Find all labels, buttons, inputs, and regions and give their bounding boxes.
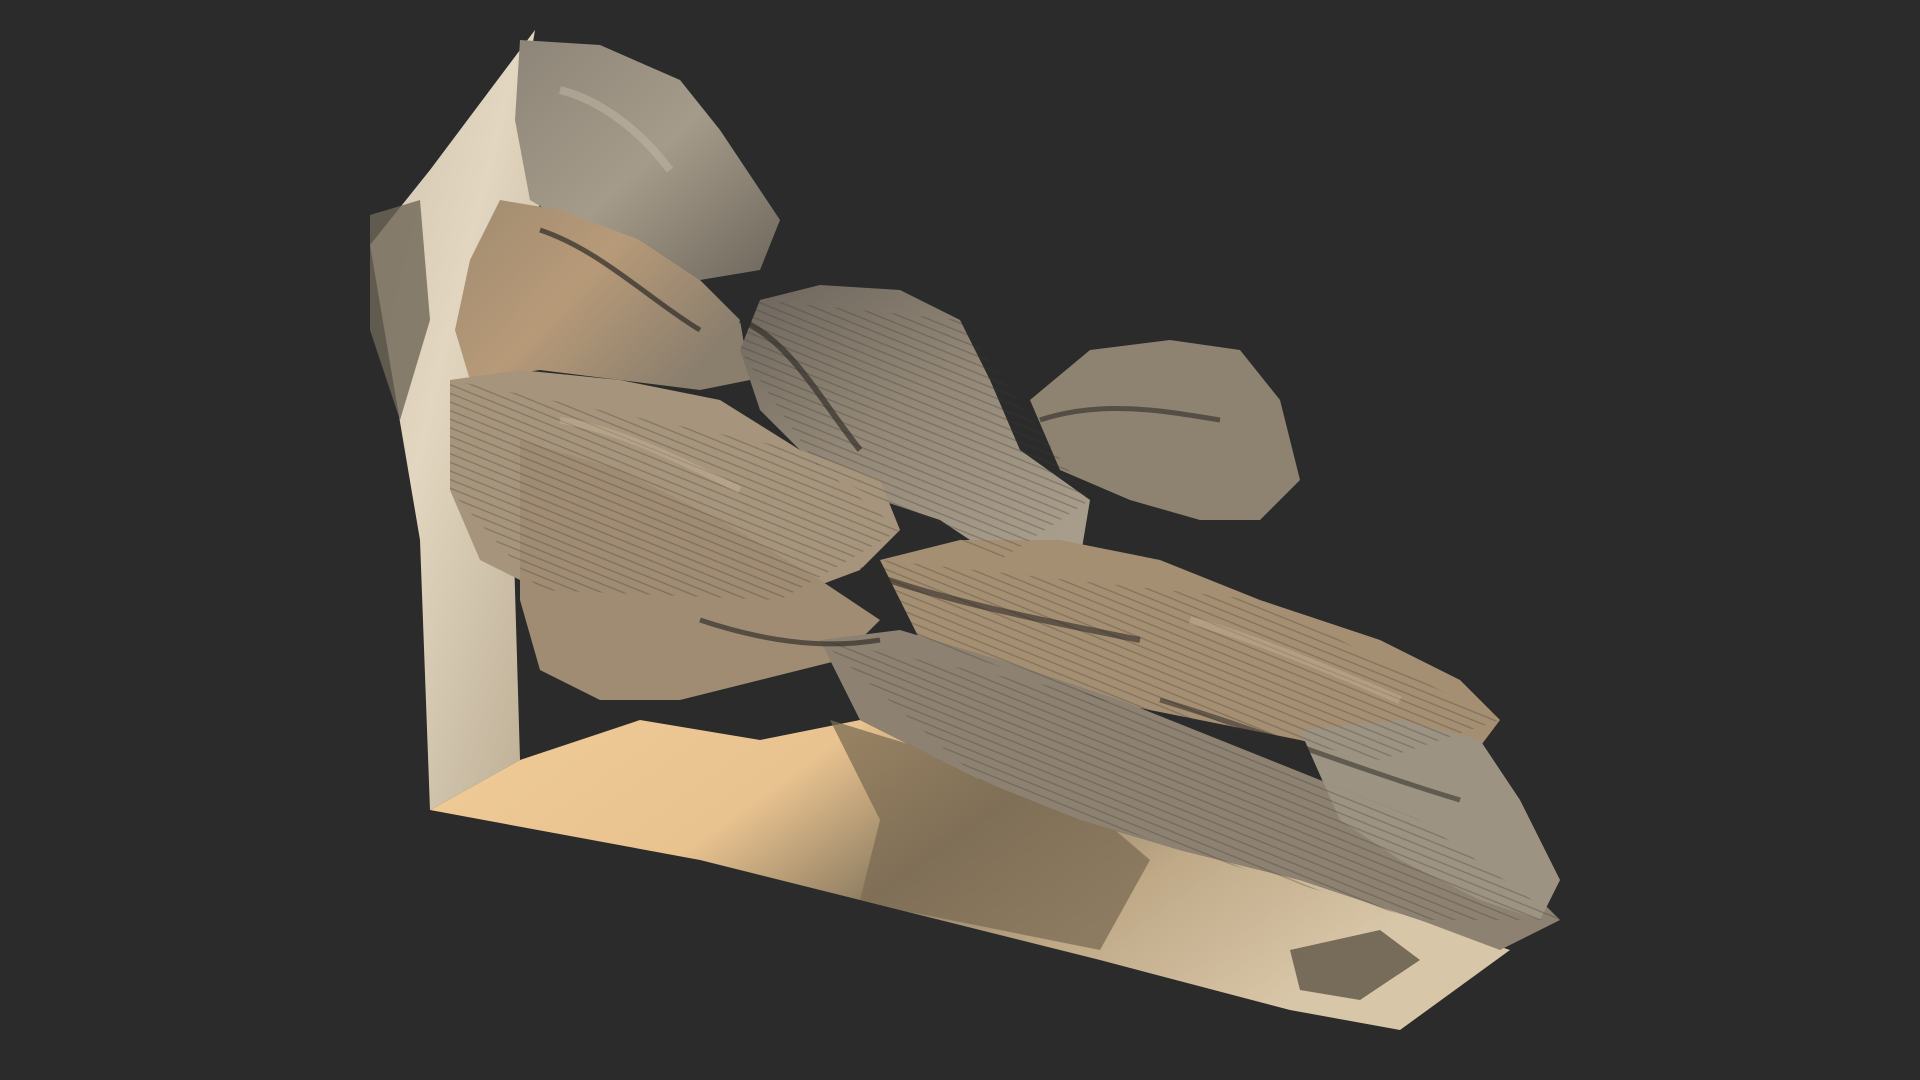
rock-scan-model[interactable] [0, 0, 1920, 1080]
3d-viewport[interactable] [0, 0, 1920, 1080]
